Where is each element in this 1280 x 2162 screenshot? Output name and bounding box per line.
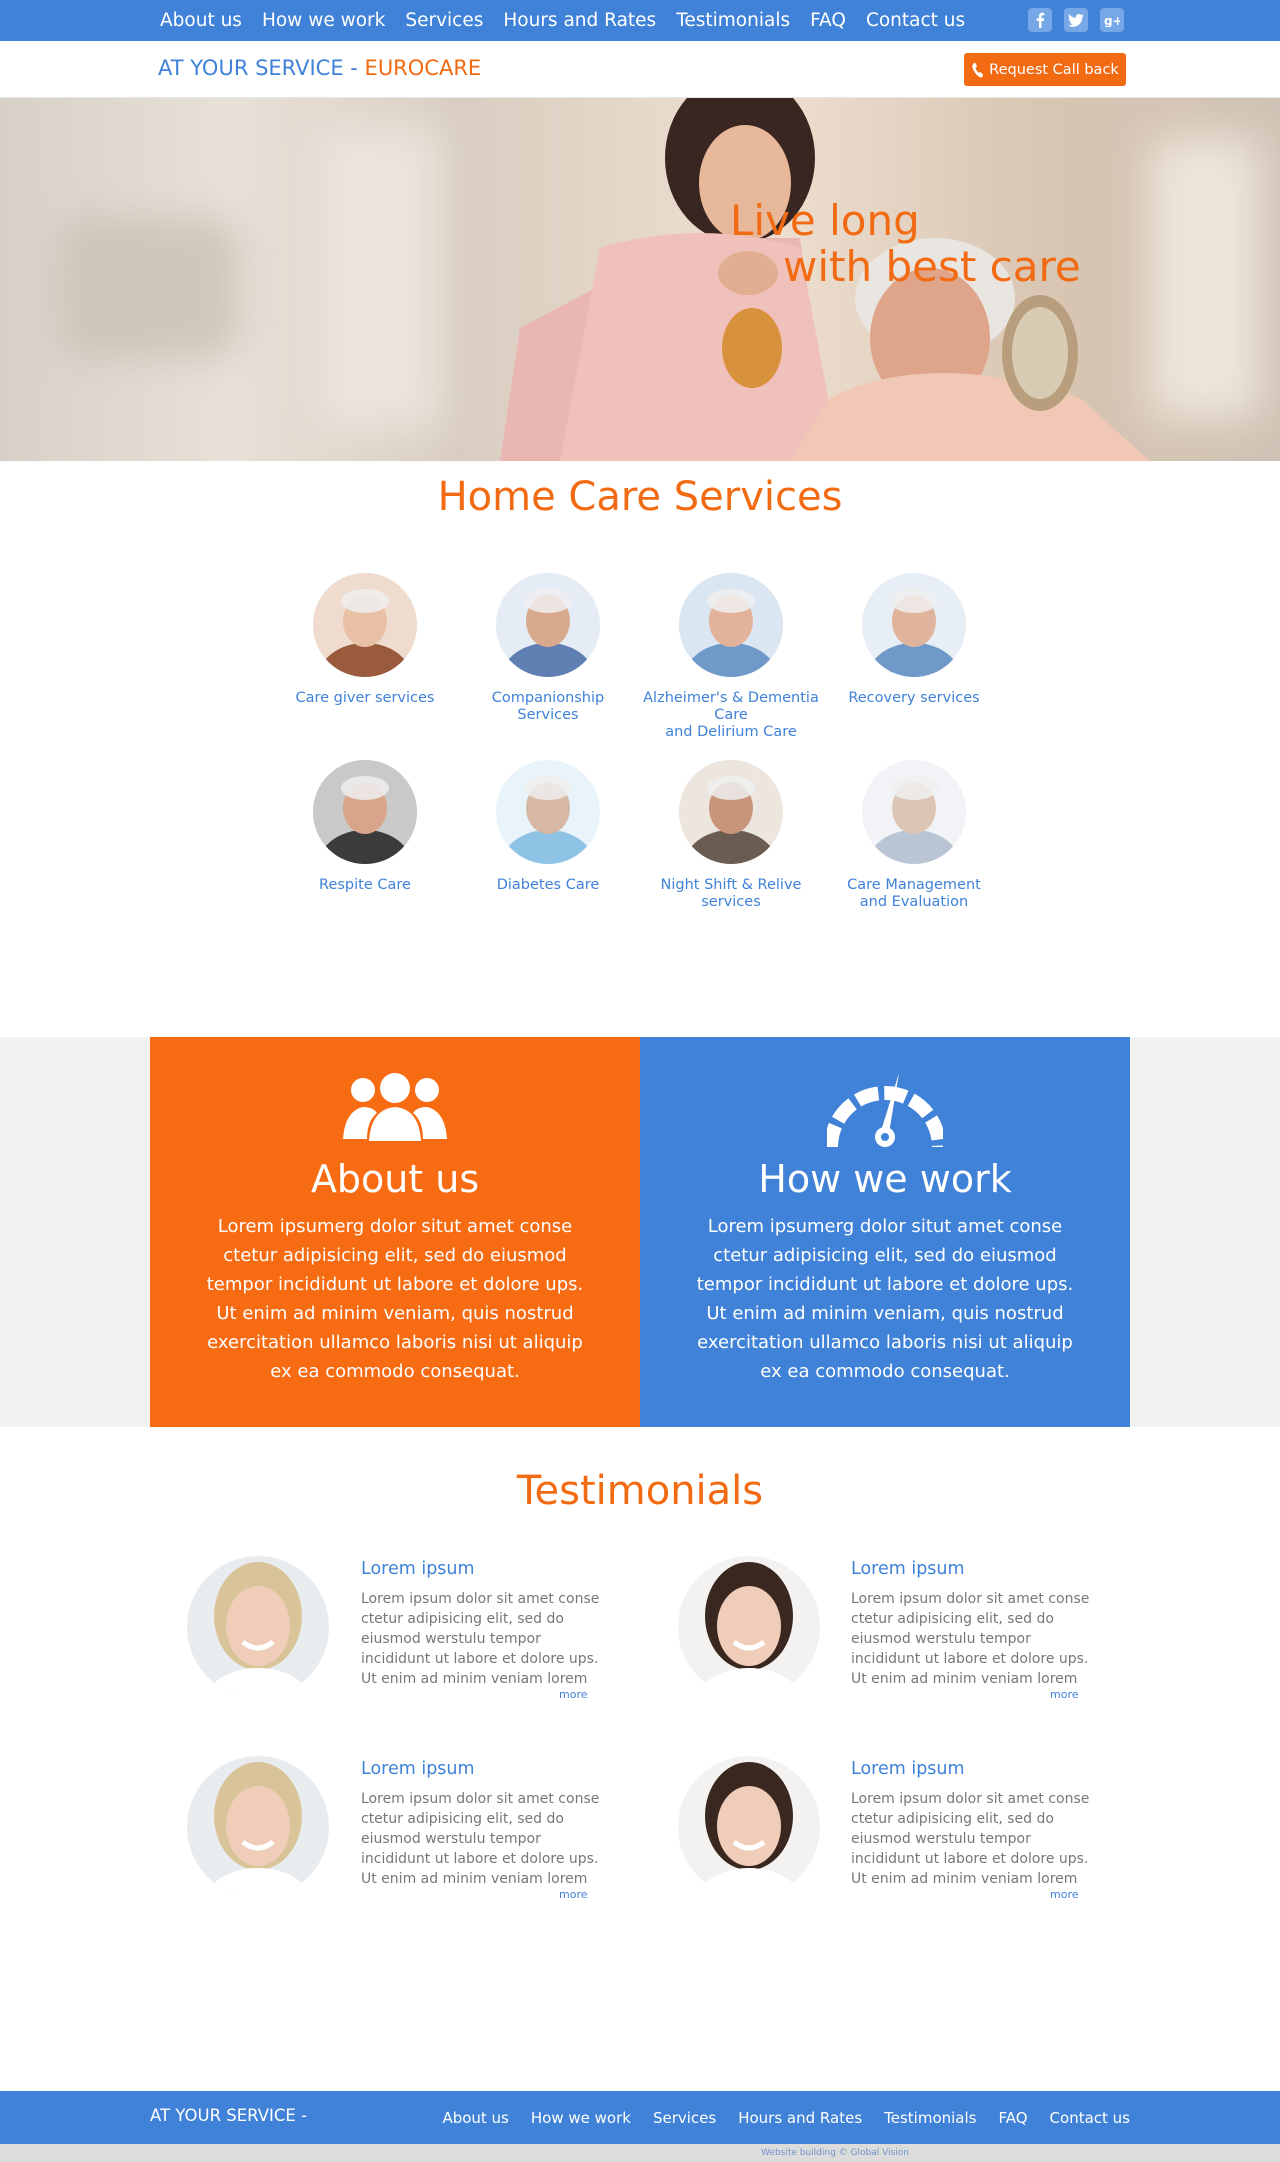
footer-brand[interactable]: AT YOUR SERVICE - [150,2106,307,2125]
testimonial-more-link[interactable]: more [559,1688,588,1701]
service-label: Respite Care [319,877,411,893]
footer-link-services[interactable]: Services [653,2109,716,2127]
social-links: g+ [1016,8,1124,32]
service-photo [496,760,600,864]
nav-link-hours-rates[interactable]: Hours and Rates [503,10,656,31]
svg-text:g+: g+ [1104,14,1120,27]
nav-link-contact[interactable]: Contact us [866,10,965,31]
footer: AT YOUR SERVICE - About us How we work S… [0,2091,1280,2144]
service-photo [862,573,966,677]
service-label: Companionship Services [491,690,605,723]
testimonial-text: Lorem ipsum dolor sit amet conse ctetur … [851,1591,1090,1687]
service-label: Diabetes Care [496,877,600,893]
testimonial-more-link[interactable]: more [1050,1688,1079,1701]
service-label: Care giver services [295,690,435,706]
testimonial-text: Lorem ipsum dolor sit amet conse ctetur … [361,1591,600,1687]
services-title: Home Care Services [437,474,843,520]
testimonials-title: Testimonials [516,1468,764,1514]
nav-link-services[interactable]: Services [405,10,483,31]
service-photo [679,760,783,864]
testimonial-more-link[interactable]: more [559,1888,588,1901]
footer-link-how-we-work[interactable]: How we work [531,2109,631,2127]
service-photo [313,573,417,677]
nav-link-about[interactable]: About us [160,10,242,31]
service-photo [313,760,417,864]
service-label: Alzheimer's & Dementia Care and Delirium… [643,690,819,740]
footer-link-about[interactable]: About us [442,2109,508,2127]
service-item[interactable]: Companionship Services [453,573,643,724]
testimonial-name: Lorem ipsum [851,1559,965,1579]
speedometer-icon [827,1073,943,1148]
how-we-work-title: How we work [758,1157,1012,1201]
service-item[interactable]: Recovery services [819,573,1009,707]
testimonial-photo [187,1756,329,1898]
about-us-text: Lorem ipsumerg dolor situt amet conse ct… [206,1216,584,1382]
service-label: Recovery services [848,690,980,706]
facebook-icon[interactable] [1028,8,1052,32]
testimonial-name: Lorem ipsum [361,1759,475,1779]
service-photo [862,760,966,864]
testimonial-more-link[interactable]: more [1050,1888,1079,1901]
nav-link-how-we-work[interactable]: How we work [262,10,385,31]
testimonial-name: Lorem ipsum [361,1559,475,1579]
testimonial-text: Lorem ipsum dolor sit amet conse ctetur … [851,1791,1090,1887]
footer-credit: Website building © Global Vision [0,2144,1280,2162]
brand-accent: EUROCARE [364,56,482,80]
testimonial-name: Lorem ipsum [851,1759,965,1779]
footer-link-hours-rates[interactable]: Hours and Rates [738,2109,862,2127]
footer-links: About us How we work Services Hours and … [420,2091,1130,2144]
how-we-work-text: Lorem ipsumerg dolor situt amet conse ct… [696,1216,1074,1382]
brand-prefix: AT YOUR SERVICE - [158,56,365,80]
service-item[interactable]: Care Management and Evaluation [819,760,1009,911]
service-label: Care Management and Evaluation [847,877,981,910]
about-us-title: About us [310,1157,480,1201]
nav-link-faq[interactable]: FAQ [810,10,846,31]
hero-photo [500,98,1150,461]
service-item[interactable]: Alzheimer's & Dementia Care and Delirium… [636,573,826,741]
brand-bar: AT YOUR SERVICE - EUROCARE Request Call … [0,41,1280,98]
testimonial-photo [187,1556,329,1698]
hero-headline-line1: Live long [730,196,920,245]
top-nav-links: About us How we work Services Hours and … [150,0,975,41]
footer-link-testimonials[interactable]: Testimonials [884,2109,976,2127]
site-logo[interactable]: AT YOUR SERVICE - EUROCARE [158,56,481,80]
hero-headline-line2: with best care [783,242,1081,291]
credit-text[interactable]: Website building © Global Vision [761,2148,909,2158]
footer-link-contact[interactable]: Contact us [1050,2109,1130,2127]
twitter-icon[interactable] [1064,8,1088,32]
service-label: Night Shift & Relive services [660,877,802,910]
footer-link-faq[interactable]: FAQ [998,2109,1027,2127]
service-item[interactable]: Respite Care [270,760,460,894]
how-we-work-panel[interactable]: How we work Lorem ipsumerg dolor situt a… [640,1037,1130,1427]
testimonial-photo [678,1756,820,1898]
callback-label: Request Call back [989,61,1119,78]
service-item[interactable]: Diabetes Care [453,760,643,894]
service-item[interactable]: Care giver services [270,573,460,707]
service-item[interactable]: Night Shift & Relive services [636,760,826,911]
testimonial-text: Lorem ipsum dolor sit amet conse ctetur … [361,1791,600,1887]
service-photo [496,573,600,677]
users-icon [343,1073,447,1141]
nav-link-testimonials[interactable]: Testimonials [676,10,790,31]
top-nav: About us How we work Services Hours and … [0,0,1280,41]
hero-banner: Live long with best care [0,98,1280,461]
service-photo [679,573,783,677]
google-plus-icon[interactable]: g+ [1100,8,1124,32]
request-callback-button[interactable]: Request Call back [964,53,1126,86]
about-us-panel[interactable]: About us Lorem ipsumerg dolor situt amet… [150,1037,640,1427]
testimonial-photo [678,1556,820,1698]
phone-icon [972,62,984,77]
